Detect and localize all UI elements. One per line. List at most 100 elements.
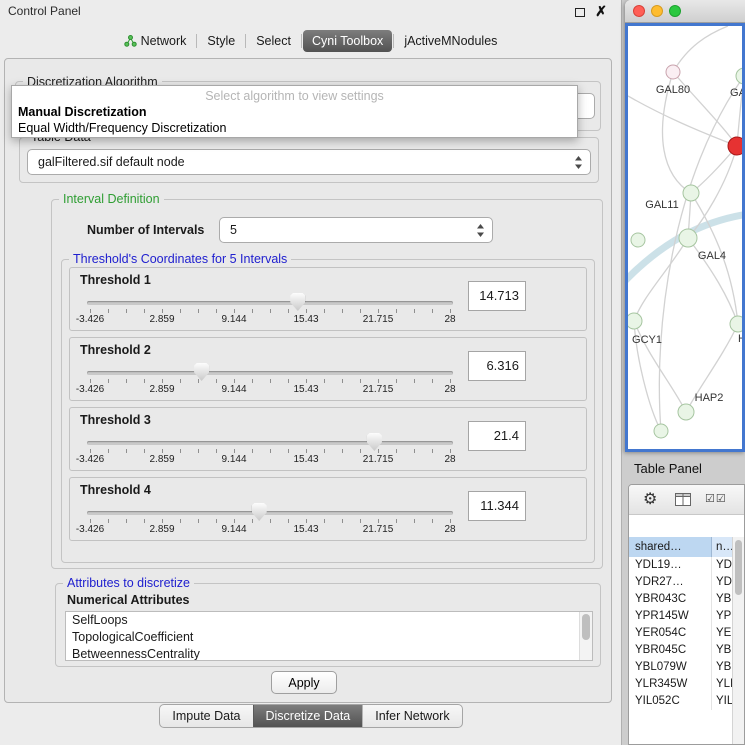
attribute-item-selfloops[interactable]: SelfLoops [66, 612, 592, 629]
tab-label: Style [207, 34, 235, 48]
tab-infer-network[interactable]: Infer Network [362, 705, 461, 727]
network-node[interactable] [631, 233, 645, 247]
cell-name[interactable]: YDL1 [712, 557, 734, 574]
threshold-slider[interactable]: -3.4262.8599.14415.4321.71528 [90, 502, 450, 540]
table-row[interactable]: YER054CYER0 [629, 625, 734, 642]
combo-stepper-icon [574, 155, 583, 170]
table-data-select[interactable]: galFiltered.sif default node [27, 149, 591, 175]
threshold-value-field[interactable]: 11.344 [468, 491, 526, 521]
cell-name[interactable]: YLR3 [712, 676, 734, 693]
node-label: GA [730, 87, 742, 99]
network-edge[interactable] [691, 146, 737, 193]
tab-cyni-toolbox[interactable]: Cyni Toolbox [303, 30, 392, 52]
dropdown-option-manual-discretization[interactable]: Manual Discretization [12, 104, 577, 120]
cell-name[interactable]: YBR0 [712, 591, 734, 608]
network-node-ga[interactable] [736, 68, 742, 84]
threshold-slider[interactable]: -3.4262.8599.14415.4321.71528 [90, 362, 450, 400]
tab-discretize-data[interactable]: Discretize Data [253, 705, 363, 727]
slider-track[interactable] [87, 371, 453, 375]
cell-shared-name[interactable]: YBR045C [629, 642, 712, 659]
scale-tick-label: 21.715 [363, 524, 394, 535]
network-node-gal80[interactable] [666, 65, 680, 79]
threshold-slider[interactable]: -3.4262.8599.14415.4321.71528 [90, 292, 450, 330]
tab-impute-data[interactable]: Impute Data [160, 705, 252, 727]
tab-style[interactable]: Style [198, 30, 244, 52]
cell-shared-name[interactable]: YBR043C [629, 591, 712, 608]
scale-tick-label: 2.859 [149, 314, 174, 325]
network-canvas[interactable]: GAL80GAGAL11GAL4GCY1HHAP2 [625, 23, 745, 452]
network-node-hap2[interactable] [678, 404, 694, 420]
float-window-icon[interactable] [575, 8, 585, 17]
table-row[interactable]: YBL079WYBL0 [629, 659, 734, 676]
network-edge[interactable] [628, 214, 742, 284]
cell-name[interactable]: YPR1 [712, 608, 734, 625]
numerical-attributes-list[interactable]: SelfLoopsTopologicalCoefficientBetweenne… [65, 611, 593, 661]
column-header-shared-name[interactable]: shared… [629, 537, 712, 557]
cell-name[interactable]: YBL0 [712, 659, 734, 676]
cell-shared-name[interactable]: YER054C [629, 625, 712, 642]
network-node-gal11[interactable] [683, 185, 699, 201]
cell-shared-name[interactable]: YLR345W [629, 676, 712, 693]
cell-shared-name[interactable]: YDL19… [629, 557, 712, 574]
number-of-intervals-select[interactable]: 5 [219, 217, 493, 243]
threshold-value-field[interactable]: 14.713 [468, 281, 526, 311]
attribute-item-betweennesscentrality[interactable]: BetweennessCentrality [66, 646, 592, 661]
tab-label: Select [256, 34, 291, 48]
scale-tick-label: 28 [444, 454, 455, 465]
column-header-name[interactable]: n… [712, 537, 734, 557]
table-row[interactable]: YIL052CYIL0 [629, 693, 734, 710]
node-label: GAL11 [645, 199, 678, 211]
network-node[interactable] [654, 424, 668, 438]
dropdown-option-equal-width-frequency-discretization[interactable]: Equal Width/Frequency Discretization [12, 120, 577, 136]
close-traffic-light[interactable] [633, 5, 645, 17]
gear-icon[interactable]: ⚙ [643, 489, 657, 509]
table-panel-title: Table Panel [634, 461, 702, 476]
minimize-traffic-light[interactable] [651, 5, 663, 17]
table-scrollbar[interactable] [732, 537, 744, 744]
zoom-traffic-light[interactable] [669, 5, 681, 17]
slider-track[interactable] [87, 301, 453, 305]
table-row[interactable]: YDR27…YDR2 [629, 574, 734, 591]
checkbox-filter-icons[interactable]: ☑☑ [705, 492, 727, 505]
scale-tick-label: 21.715 [363, 384, 394, 395]
slider-track[interactable] [87, 511, 453, 515]
threshold-value-field[interactable]: 6.316 [468, 351, 526, 381]
attribute-item-topologicalcoefficient[interactable]: TopologicalCoefficient [66, 629, 592, 646]
cell-name[interactable]: YER0 [712, 625, 734, 642]
cell-name[interactable]: YDR2 [712, 574, 734, 591]
table-row[interactable]: YLR345WYLR3 [629, 676, 734, 693]
network-edge[interactable] [673, 26, 728, 72]
cell-shared-name[interactable]: YBL079W [629, 659, 712, 676]
threshold-slider[interactable]: -3.4262.8599.14415.4321.71528 [90, 432, 450, 470]
cell-shared-name[interactable]: YPR145W [629, 608, 712, 625]
network-node-h[interactable] [730, 316, 742, 332]
threshold-value-field[interactable]: 21.4 [468, 421, 526, 451]
table-row[interactable]: YBR043CYBR0 [629, 591, 734, 608]
table-row[interactable]: YPR145WYPR1 [629, 608, 734, 625]
network-node-gal4[interactable] [679, 229, 697, 247]
scrollbar-thumb[interactable] [735, 540, 742, 595]
cell-shared-name[interactable]: YIL052C [629, 693, 712, 710]
cell-shared-name[interactable]: YDR27… [629, 574, 712, 591]
apply-button[interactable]: Apply [271, 671, 337, 694]
close-icon[interactable]: ✗ [595, 3, 607, 20]
tab-select[interactable]: Select [247, 30, 300, 52]
attributes-scrollbar[interactable] [579, 612, 592, 660]
threshold-panel: Threshold 3 -3.4262.8599.14415.4321.7152… [69, 407, 587, 471]
threshold-panel: Threshold 1 -3.4262.8599.14415.4321.7152… [69, 267, 587, 331]
network-node[interactable] [728, 137, 742, 155]
network-edge[interactable] [628, 96, 737, 146]
dropdown-options: Manual DiscretizationEqual Width/Frequen… [12, 104, 577, 136]
tab-jactivemnodules[interactable]: jActiveMNodules [395, 30, 506, 52]
table-row[interactable]: YBR045CYBR0 [629, 642, 734, 659]
scale-tick-label: -3.426 [76, 524, 104, 535]
scale-tick-label: 21.715 [363, 314, 394, 325]
tab-network[interactable]: Network [115, 30, 196, 52]
network-node-gcy1[interactable] [628, 313, 642, 329]
cell-name[interactable]: YBR0 [712, 642, 734, 659]
cell-name[interactable]: YIL0 [712, 693, 734, 710]
columns-icon[interactable] [675, 493, 691, 506]
scrollbar-thumb[interactable] [582, 614, 590, 640]
slider-track[interactable] [87, 441, 453, 445]
table-row[interactable]: YDL19…YDL1 [629, 557, 734, 574]
